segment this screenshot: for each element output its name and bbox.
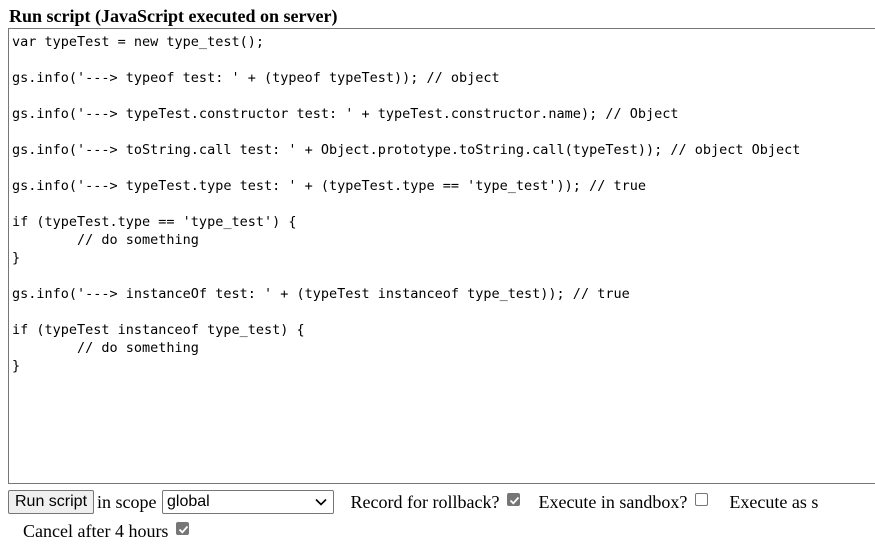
code-line: if (typeTest instanceof type_test) { xyxy=(12,322,305,338)
code-line: gs.info('---> typeof test: ' + (typeof t… xyxy=(12,70,500,86)
code-line: // do something xyxy=(12,232,199,248)
run-script-page: Run script (JavaScript executed on serve… xyxy=(0,0,875,556)
code-line: gs.info('---> typeTest.constructor test:… xyxy=(12,106,679,122)
check-icon xyxy=(178,525,189,534)
scope-select-value: global xyxy=(167,493,210,510)
cancel-row: Cancel after 4 hours xyxy=(23,519,189,543)
script-controls-row: Run script in scope global Record for rol… xyxy=(8,490,875,516)
sandbox-label: Execute in sandbox? xyxy=(538,492,688,512)
code-line: } xyxy=(12,250,21,266)
cancel-checkbox[interactable] xyxy=(175,521,189,535)
sandbox-checkbox[interactable] xyxy=(694,492,708,506)
script-code[interactable]: var typeTest = new type_test(); gs.info('… xyxy=(9,29,875,375)
scope-select[interactable]: global xyxy=(162,490,335,514)
script-editor[interactable]: var typeTest = new type_test(); gs.info('… xyxy=(8,28,875,484)
code-line: var typeTest = new type_test(); xyxy=(12,34,264,50)
scope-label: in scope xyxy=(97,492,157,512)
rollback-checkbox[interactable] xyxy=(506,492,520,506)
cancel-label: Cancel after 4 hours xyxy=(23,521,169,541)
code-line: } xyxy=(12,358,21,374)
code-line: gs.info('---> instanceOf test: ' + (type… xyxy=(12,286,630,302)
code-line: // do something xyxy=(12,340,199,356)
chevron-down-icon xyxy=(315,498,327,506)
check-icon xyxy=(509,496,520,505)
execute-as-label: Execute as s xyxy=(729,492,819,512)
page-title: Run script (JavaScript executed on serve… xyxy=(9,6,338,26)
rollback-label: Record for rollback? xyxy=(350,492,500,512)
code-line: gs.info('---> typeTest.type test: ' + (t… xyxy=(12,178,646,194)
code-line: gs.info('---> toString.call test: ' + Ob… xyxy=(12,142,801,158)
run-script-button[interactable]: Run script xyxy=(8,490,95,514)
code-line: if (typeTest.type == 'type_test') { xyxy=(12,214,297,230)
